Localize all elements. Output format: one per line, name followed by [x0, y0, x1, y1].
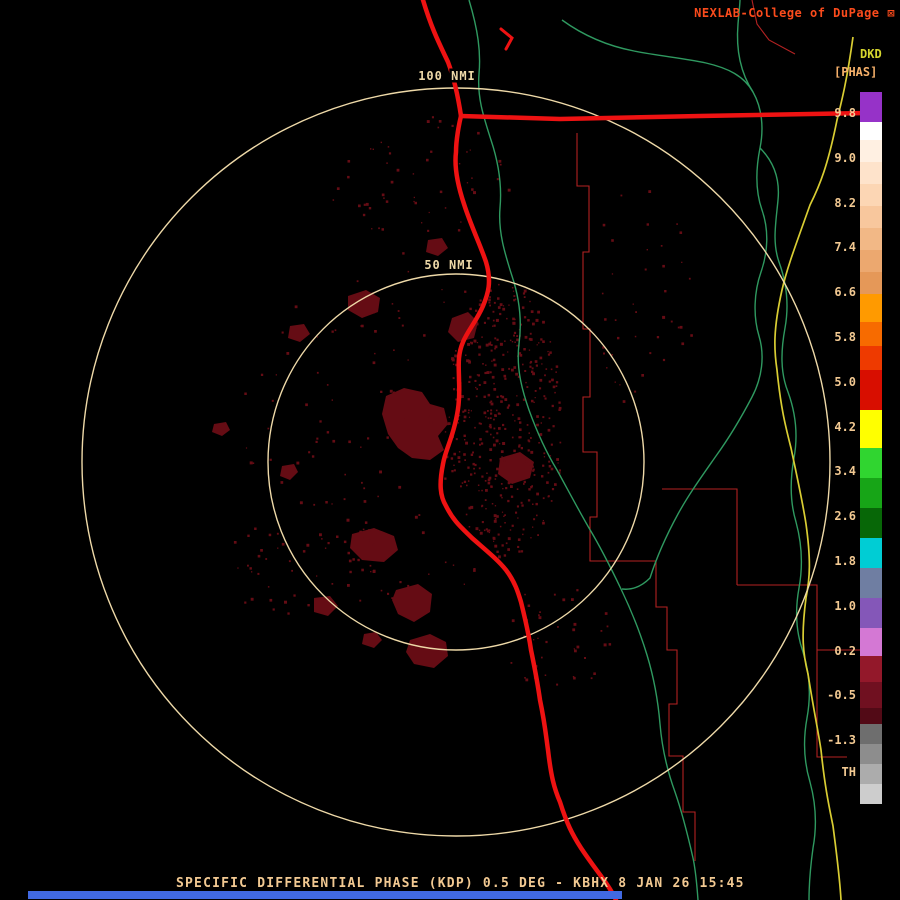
range-ring-100nmi [81, 87, 831, 837]
colorbar-tick: 9.8 [834, 106, 856, 120]
units-label: [PHAS] [834, 65, 878, 79]
colorbar-segment [860, 764, 882, 784]
colorbar-tick: 2.6 [834, 509, 856, 524]
colorbar-tick: 5.8 [834, 330, 856, 344]
river-lines [468, 0, 817, 900]
colorbar-bottom-label: TH [841, 765, 856, 779]
colorbar-tick: 7.4 [834, 240, 856, 255]
cod-logo-icon: ⊠ [887, 6, 895, 20]
colorbar-segment [860, 346, 882, 370]
colorbar-tick: 1.0 [834, 598, 856, 613]
colorbar-ticks: 9.8 9.0 8.2 7.4 6.6 5.8 5.0 4.2 3.4 2.6 1.8 1.0 0.2 -… [800, 107, 856, 787]
colorbar-tick: 6.6 [834, 285, 856, 300]
colorbar-segment [860, 538, 882, 568]
colorbar [860, 92, 882, 804]
colorbar-segment [860, 322, 882, 346]
animation-progress-bar [28, 891, 622, 899]
colorbar-tick: -1.3 [827, 733, 856, 748]
colorbar-segment [860, 250, 882, 272]
highway-junction-mark [499, 27, 514, 51]
colorbar-tick: 3.4 [834, 464, 856, 479]
colorbar-segment [860, 508, 882, 538]
attribution-text: NEXLAB-College of DuPage [694, 6, 888, 20]
colorbar-segment [860, 568, 882, 598]
colorbar-segment [860, 744, 882, 764]
colorbar-segment [860, 448, 882, 478]
colorbar-segment [860, 272, 882, 294]
colorbar-segment [860, 162, 882, 184]
outer-ring-label: 100 NMI [418, 69, 476, 83]
colorbar-segment [860, 294, 882, 322]
range-rings [81, 87, 831, 837]
colorbar-segment [860, 228, 882, 250]
colorbar-segment [860, 724, 882, 744]
colorbar-segment [860, 206, 882, 228]
colorbar-tick: 5.0 [834, 374, 856, 389]
colorbar-tick: 8.2 [834, 195, 856, 210]
colorbar-tick: -0.5 [827, 688, 856, 703]
colorbar-segment [860, 92, 882, 122]
radar-map: 100 NMI 50 NMI [81, 0, 869, 900]
colorbar-tick: 1.8 [834, 554, 856, 568]
colorbar-segment [860, 122, 882, 140]
radar-echo-blobs [212, 116, 693, 686]
colorbar-segment [860, 784, 882, 804]
attribution: NEXLAB-College of DuPage ⊠ [694, 7, 895, 19]
colorbar-segment [860, 708, 882, 724]
radar-viewer: 100 NMI 50 NMI NEXLAB-College of DuPage … [0, 0, 900, 900]
colorbar-segment [860, 184, 882, 206]
colorbar-segment [860, 410, 882, 448]
colorbar-segment [860, 598, 882, 628]
colorbar-segment [860, 140, 882, 162]
colorbar-segment [860, 628, 882, 656]
colorbar-tick: 9.0 [834, 150, 856, 165]
product-caption: SPECIFIC DIFFERENTIAL PHASE (KDP) 0.5 DE… [176, 876, 745, 891]
colorbar-segment [860, 656, 882, 682]
inner-ring-label: 50 NMI [424, 258, 473, 272]
colorbar-tick: 4.2 [834, 419, 856, 434]
colorbar-segment [860, 370, 882, 410]
colorbar-segment [860, 682, 882, 708]
colorbar-segment [860, 478, 882, 508]
colorbar-tick: 0.2 [834, 643, 856, 658]
product-code: DKD [860, 47, 882, 61]
